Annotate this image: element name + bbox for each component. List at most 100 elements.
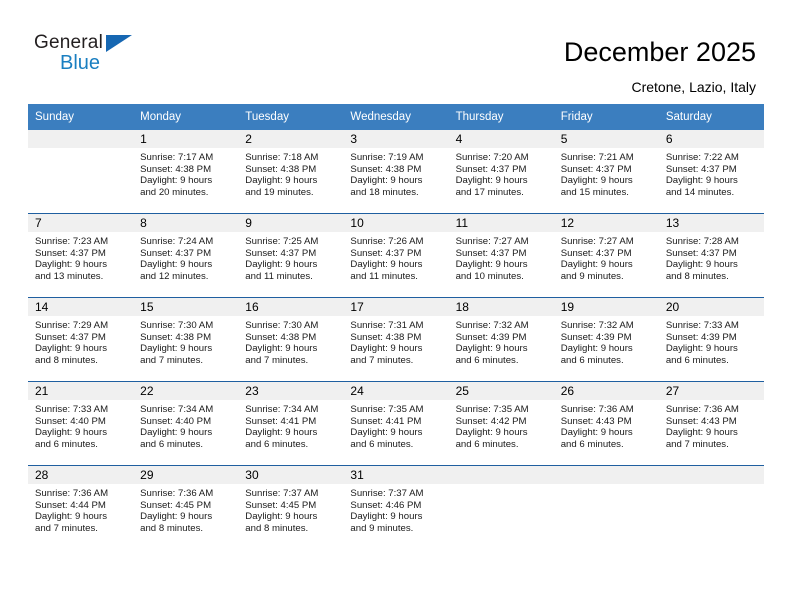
calendar-day-cell[interactable]: 4 Sunrise: 7:20 AM Sunset: 4:37 PM Daylight… [448, 130, 554, 214]
calendar-day-cell[interactable]: 22 Sunrise: 7:34 AM Sunset: 4:40 PM Dayligh… [133, 381, 239, 466]
day-number-band: 22 [133, 382, 239, 400]
day-number: 1 [140, 132, 147, 146]
day-number-band: 15 [133, 298, 239, 316]
sunset-text: Sunset: 4:37 PM [35, 247, 106, 259]
day-sun-info: Sunrise: 7:33 AM Sunset: 4:40 PM Daylight:… [28, 400, 133, 450]
day-number-band: 16 [238, 298, 344, 316]
day-number: 6 [665, 132, 673, 146]
calendar-day-cell[interactable]: 20 Sunrise: 7:33 AM Sunset: 4:39 PM Dayligh… [658, 297, 764, 382]
calendar-day-cell[interactable]: 31 Sunrise: 7:37 AM Sunset: 4:46 PM Dayligh… [343, 465, 449, 549]
calendar-day-cell[interactable]: 17 Sunrise: 7:31 AM Sunset: 4:38 PM Dayligh… [343, 297, 449, 382]
brand-logo[interactable]: General Blue [34, 33, 234, 85]
day-number: 5 [560, 132, 568, 146]
calendar-day-cell[interactable]: 15 Sunrise: 7:30 AM Sunset: 4:38 PM Dayligh… [133, 297, 239, 382]
day-cell-content: 17 Sunrise: 7:31 AM Sunset: 4:38 PM Dayligh… [343, 298, 449, 381]
calendar-day-cell[interactable]: 18 Sunrise: 7:32 AM Sunset: 4:39 PM Dayligh… [448, 297, 554, 382]
daylight-text-line2: and 6 minutes. [455, 438, 519, 450]
calendar-day-cell[interactable]: 9 Sunrise: 7:25 AM Sunset: 4:37 PM Daylight… [238, 213, 344, 298]
day-sun-info: Sunrise: 7:18 AM Sunset: 4:38 PM Daylight:… [238, 148, 343, 198]
day-cell-content: 1 Sunrise: 7:17 AM Sunset: 4:38 PM Daylight… [133, 130, 239, 213]
day-sun-info: Sunrise: 7:33 AM Sunset: 4:39 PM Daylight:… [659, 316, 764, 366]
day-sun-info: Sunrise: 7:22 AM Sunset: 4:37 PM Daylight:… [659, 148, 764, 198]
day-cell-content: 31 Sunrise: 7:37 AM Sunset: 4:46 PM Dayligh… [343, 466, 449, 549]
calendar-day-cell[interactable]: 25 Sunrise: 7:35 AM Sunset: 4:42 PM Dayligh… [448, 381, 554, 466]
sunrise-text: Sunrise: 7:33 AM [35, 404, 109, 415]
daylight-text-line2: and 11 minutes. [350, 270, 418, 282]
day-cell-content: 23 Sunrise: 7:34 AM Sunset: 4:41 PM Dayligh… [238, 382, 344, 465]
calendar-day-cell[interactable]: 21 Sunrise: 7:33 AM Sunset: 4:40 PM Dayligh… [28, 381, 134, 466]
daylight-text-line2: and 9 minutes. [560, 270, 624, 282]
calendar-day-cell[interactable]: 10 Sunrise: 7:26 AM Sunset: 4:37 PM Dayligh… [343, 213, 449, 298]
calendar-day-cell[interactable]: 27 Sunrise: 7:36 AM Sunset: 4:43 PM Dayligh… [658, 381, 764, 466]
day-number: 28 [35, 468, 49, 482]
daylight-text-line1: Daylight: 9 hours [665, 175, 738, 187]
calendar-week-row: 28 Sunrise: 7:36 AM Sunset: 4:44 PM Dayligh… [28, 465, 764, 549]
day-sun-info: Sunrise: 7:30 AM Sunset: 4:38 PM Daylight:… [238, 316, 343, 366]
daylight-text-line2: and 6 minutes. [560, 354, 624, 366]
daylight-text-line1: Daylight: 9 hours [665, 427, 738, 439]
day-number: 17 [350, 300, 364, 314]
day-cell-content: 20 Sunrise: 7:33 AM Sunset: 4:39 PM Dayligh… [658, 298, 764, 381]
day-number-band: 26 [553, 382, 659, 400]
calendar-day-cell[interactable]: 19 Sunrise: 7:32 AM Sunset: 4:39 PM Dayligh… [553, 297, 659, 382]
weekday-header-saturday: Saturday [658, 104, 764, 130]
weekday-header-tuesday: Tuesday [238, 104, 344, 130]
calendar-day-cell[interactable]: 30 Sunrise: 7:37 AM Sunset: 4:45 PM Dayligh… [238, 465, 344, 549]
calendar-day-cell[interactable]: 28 Sunrise: 7:36 AM Sunset: 4:44 PM Dayligh… [28, 465, 134, 549]
daylight-text-line2: and 20 minutes. [140, 186, 209, 198]
sunrise-text: Sunrise: 7:32 AM [455, 320, 529, 331]
sunset-text: Sunset: 4:40 PM [140, 415, 212, 427]
sunset-text: Sunset: 4:37 PM [455, 247, 527, 259]
day-cell-content: 19 Sunrise: 7:32 AM Sunset: 4:39 PM Dayligh… [553, 298, 659, 381]
day-number-band: 31 [343, 466, 449, 484]
sunset-text: Sunset: 4:39 PM [455, 331, 527, 343]
day-number-band: 9 [238, 214, 344, 232]
weekday-header-sunday: Sunday [28, 104, 134, 130]
daylight-text-line2: and 15 minutes. [560, 186, 629, 198]
calendar-day-cell[interactable]: 2 Sunrise: 7:18 AM Sunset: 4:38 PM Daylight… [238, 130, 344, 214]
calendar-day-cell[interactable]: 5 Sunrise: 7:21 AM Sunset: 4:37 PM Daylight… [553, 130, 659, 214]
sunset-text: Sunset: 4:37 PM [245, 247, 317, 259]
day-sun-info: Sunrise: 7:26 AM Sunset: 4:37 PM Daylight:… [343, 232, 448, 282]
day-number-band: 2 [238, 130, 344, 148]
day-cell-content: 24 Sunrise: 7:35 AM Sunset: 4:41 PM Dayligh… [343, 382, 449, 465]
calendar-day-cell[interactable]: 29 Sunrise: 7:36 AM Sunset: 4:45 PM Dayligh… [133, 465, 239, 549]
daylight-text-line1: Daylight: 9 hours [35, 427, 107, 439]
calendar-day-cell[interactable]: 1 Sunrise: 7:17 AM Sunset: 4:38 PM Daylight… [133, 130, 239, 214]
sunrise-text: Sunrise: 7:36 AM [35, 488, 109, 499]
sunset-text: Sunset: 4:37 PM [350, 247, 422, 259]
daylight-text-line1: Daylight: 9 hours [350, 343, 423, 355]
calendar-day-cell[interactable]: 23 Sunrise: 7:34 AM Sunset: 4:41 PM Dayligh… [238, 381, 344, 466]
daylight-text-line2: and 6 minutes. [350, 438, 414, 450]
sunrise-text: Sunrise: 7:27 AM [560, 236, 634, 247]
calendar-day-cell[interactable]: 16 Sunrise: 7:30 AM Sunset: 4:38 PM Dayligh… [238, 297, 344, 382]
day-cell-content: 12 Sunrise: 7:27 AM Sunset: 4:37 PM Dayligh… [553, 214, 659, 297]
calendar-day-cell[interactable]: 24 Sunrise: 7:35 AM Sunset: 4:41 PM Dayligh… [343, 381, 449, 466]
day-cell-content: 9 Sunrise: 7:25 AM Sunset: 4:37 PM Daylight… [238, 214, 344, 297]
day-cell-content: 8 Sunrise: 7:24 AM Sunset: 4:37 PM Daylight… [133, 214, 239, 297]
day-number-band: 30 [238, 466, 344, 484]
calendar-day-cell[interactable]: 8 Sunrise: 7:24 AM Sunset: 4:37 PM Daylight… [133, 213, 239, 298]
sunrise-text: Sunrise: 7:36 AM [140, 488, 214, 499]
calendar-day-cell[interactable]: 7 Sunrise: 7:23 AM Sunset: 4:37 PM Daylight… [28, 213, 134, 298]
day-number-band: 7 [28, 214, 134, 232]
weekday-header-wednesday: Wednesday [343, 104, 449, 130]
day-cell-content [553, 466, 659, 549]
calendar-day-cell[interactable]: 26 Sunrise: 7:36 AM Sunset: 4:43 PM Dayligh… [553, 381, 659, 466]
day-number-band [28, 130, 134, 148]
calendar-day-cell[interactable]: 14 Sunrise: 7:29 AM Sunset: 4:37 PM Dayligh… [28, 297, 134, 382]
day-number: 11 [455, 216, 469, 230]
calendar-day-cell[interactable]: 12 Sunrise: 7:27 AM Sunset: 4:37 PM Dayligh… [553, 213, 659, 298]
day-cell-content: 27 Sunrise: 7:36 AM Sunset: 4:43 PM Dayligh… [658, 382, 764, 465]
page-header: General Blue December 2025 Cretone, Lazi… [0, 0, 792, 100]
day-cell-content: 28 Sunrise: 7:36 AM Sunset: 4:44 PM Dayligh… [28, 466, 134, 549]
sunrise-text: Sunrise: 7:22 AM [665, 152, 739, 163]
day-cell-content: 4 Sunrise: 7:20 AM Sunset: 4:37 PM Daylight… [448, 130, 554, 213]
day-sun-info: Sunrise: 7:25 AM Sunset: 4:37 PM Daylight:… [238, 232, 343, 282]
calendar-day-cell[interactable]: 6 Sunrise: 7:22 AM Sunset: 4:37 PM Daylight… [658, 130, 764, 214]
calendar-day-cell[interactable]: 3 Sunrise: 7:19 AM Sunset: 4:38 PM Daylight… [343, 130, 449, 214]
day-cell-content: 26 Sunrise: 7:36 AM Sunset: 4:43 PM Dayligh… [553, 382, 659, 465]
calendar-day-cell[interactable]: 13 Sunrise: 7:28 AM Sunset: 4:37 PM Dayligh… [658, 213, 764, 298]
calendar-week-row: 1 Sunrise: 7:17 AM Sunset: 4:38 PM Daylight… [28, 130, 764, 214]
calendar-day-cell[interactable]: 11 Sunrise: 7:27 AM Sunset: 4:37 PM Dayligh… [448, 213, 554, 298]
